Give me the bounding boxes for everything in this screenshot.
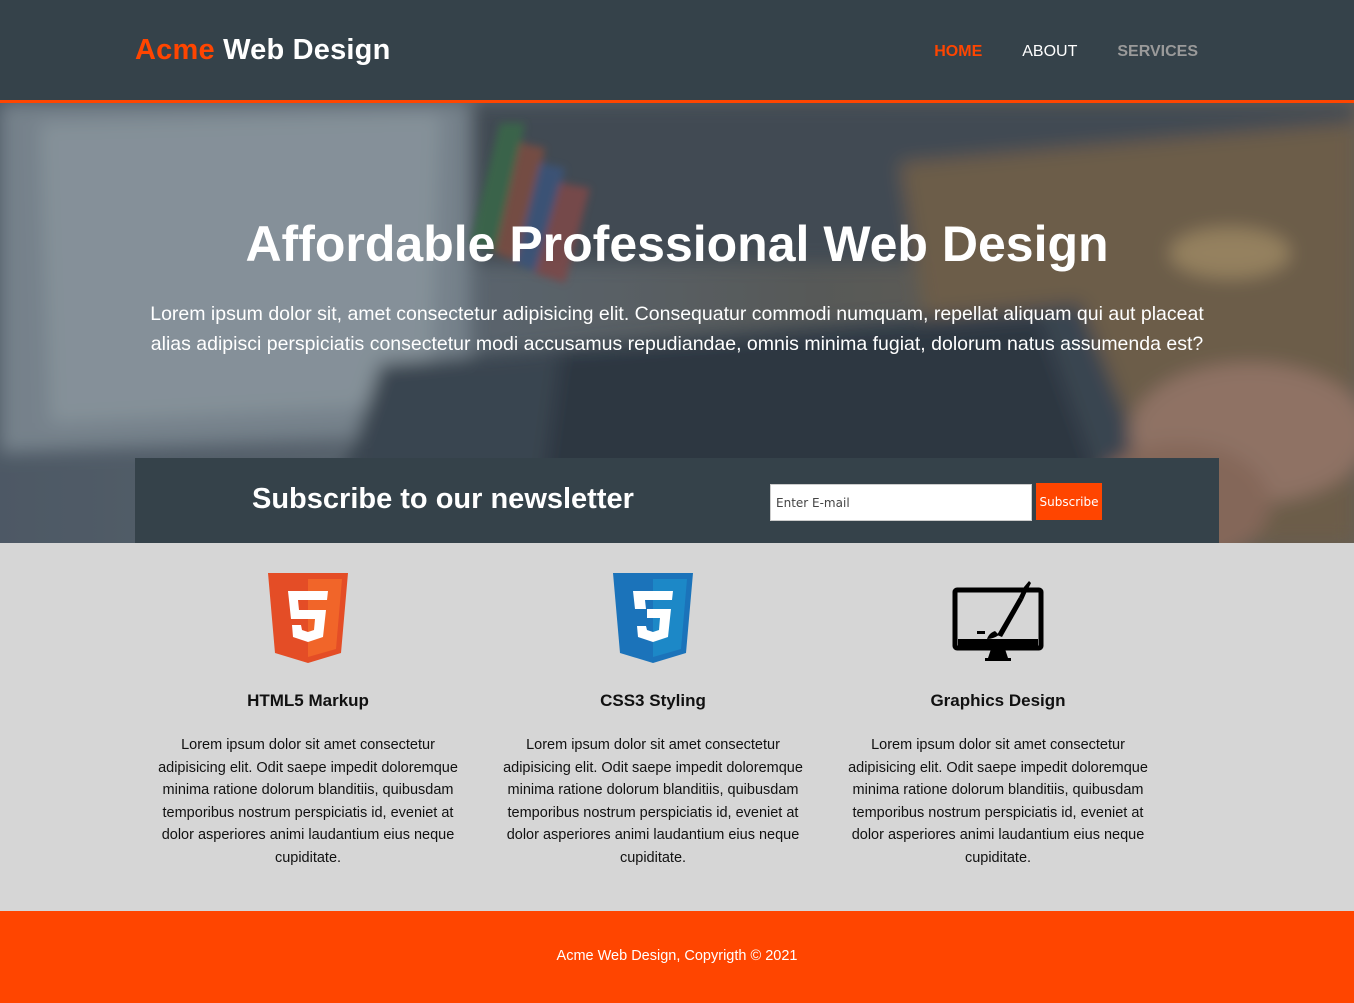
- logo-text: Web Design: [223, 34, 391, 66]
- newsletter-title: Subscribe to our newsletter: [252, 483, 634, 515]
- html5-icon: [268, 573, 348, 663]
- newsletter-email-input[interactable]: [770, 484, 1032, 521]
- site-footer: Acme Web Design, Copyrigth © 2021: [0, 911, 1354, 1003]
- newsletter-box: Subscribe to our newsletter Subscribe: [135, 458, 1219, 543]
- hero-title: Affordable Professional Web Design: [245, 216, 1109, 272]
- features-section: HTML5 Markup Lorem ipsum dolor sit amet …: [0, 543, 1354, 911]
- hero-description: Lorem ipsum dolor sit, amet consectetur …: [150, 303, 1204, 355]
- logo-highlight: Acme: [135, 34, 215, 66]
- subscribe-button[interactable]: Subscribe: [1036, 483, 1102, 520]
- nav-about-link[interactable]: ABOUT: [1022, 43, 1077, 61]
- site-logo[interactable]: Acme Web Design: [135, 34, 391, 67]
- feature-box-graphics: Graphics Design Lorem ipsum dolor sit am…: [838, 573, 1158, 869]
- feature-title: HTML5 Markup: [247, 691, 369, 710]
- feature-title: Graphics Design: [930, 691, 1066, 710]
- footer-copyright: Acme Web Design, Copyrigth © 2021: [556, 948, 798, 964]
- feature-box-html5: HTML5 Markup Lorem ipsum dolor sit amet …: [148, 573, 468, 869]
- feature-box-css3: CSS3 Styling Lorem ipsum dolor sit amet …: [493, 573, 813, 869]
- site-header: Acme Web Design HOME ABOUT SERVICES: [0, 0, 1354, 103]
- feature-title: CSS3 Styling: [600, 691, 706, 710]
- feature-description: Lorem ipsum dolor sit amet consectetur a…: [158, 737, 458, 866]
- nav-home-link[interactable]: HOME: [934, 43, 982, 61]
- monitor-brush-icon: [952, 581, 1044, 661]
- main-nav: HOME ABOUT SERVICES: [934, 43, 1198, 61]
- feature-description: Lorem ipsum dolor sit amet consectetur a…: [503, 737, 803, 866]
- css3-icon: [613, 573, 693, 663]
- feature-description: Lorem ipsum dolor sit amet consectetur a…: [848, 737, 1148, 866]
- nav-services-link[interactable]: SERVICES: [1117, 43, 1198, 61]
